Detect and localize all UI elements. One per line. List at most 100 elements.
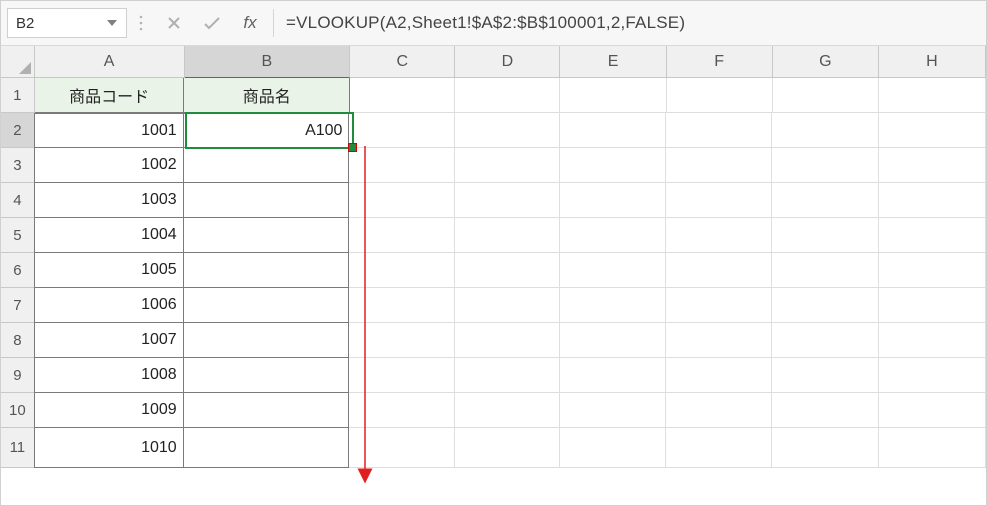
cell[interactable] <box>666 358 772 393</box>
cell[interactable] <box>184 288 350 323</box>
cell[interactable] <box>560 323 666 358</box>
chevron-down-icon[interactable] <box>103 1 121 45</box>
cell[interactable]: 1003 <box>34 183 184 218</box>
cell[interactable] <box>666 428 772 468</box>
cell[interactable] <box>349 288 454 323</box>
cell[interactable] <box>349 428 454 468</box>
column-header-D[interactable]: D <box>455 46 560 78</box>
cell[interactable] <box>560 358 666 393</box>
cell[interactable] <box>666 393 772 428</box>
column-header-A[interactable]: A <box>35 46 185 78</box>
row-header-4[interactable]: 4 <box>1 183 35 218</box>
cell[interactable] <box>560 253 666 288</box>
cell[interactable] <box>879 253 986 288</box>
cell[interactable] <box>772 113 878 148</box>
row-header-10[interactable]: 10 <box>1 393 35 428</box>
cell[interactable] <box>879 428 986 468</box>
cell[interactable] <box>560 113 666 148</box>
fill-handle[interactable] <box>348 143 357 152</box>
cell[interactable] <box>879 148 986 183</box>
row-header-5[interactable]: 5 <box>1 218 35 253</box>
cell[interactable] <box>184 183 350 218</box>
cell[interactable] <box>772 358 878 393</box>
column-header-G[interactable]: G <box>773 46 879 78</box>
cell[interactable] <box>455 183 560 218</box>
cell[interactable]: 1001 <box>34 113 184 148</box>
cell[interactable] <box>560 288 666 323</box>
column-header-H[interactable]: H <box>879 46 986 78</box>
cell[interactable] <box>666 288 772 323</box>
cell[interactable] <box>773 78 879 113</box>
row-header-1[interactable]: 1 <box>1 78 35 113</box>
cell[interactable] <box>772 218 878 253</box>
cell[interactable] <box>184 393 350 428</box>
cell[interactable] <box>666 113 772 148</box>
formula-input[interactable] <box>278 8 986 38</box>
cell[interactable]: 1010 <box>34 428 184 468</box>
row-header-8[interactable]: 8 <box>1 323 35 358</box>
cell[interactable] <box>349 253 454 288</box>
cell[interactable] <box>772 148 878 183</box>
row-header-11[interactable]: 11 <box>1 428 35 468</box>
cell[interactable] <box>666 218 772 253</box>
cell[interactable] <box>349 358 454 393</box>
column-header-E[interactable]: E <box>560 46 666 78</box>
cell[interactable]: 1006 <box>34 288 184 323</box>
cell[interactable] <box>560 78 666 113</box>
cell[interactable] <box>560 183 666 218</box>
cell[interactable] <box>455 78 560 113</box>
cell[interactable] <box>455 358 560 393</box>
cell[interactable] <box>667 78 773 113</box>
cell[interactable] <box>349 393 454 428</box>
cell[interactable] <box>772 253 878 288</box>
cell[interactable] <box>772 393 878 428</box>
row-header-2[interactable]: 2 <box>1 113 35 148</box>
row-header-6[interactable]: 6 <box>1 253 35 288</box>
cell[interactable] <box>879 218 986 253</box>
cell[interactable] <box>184 358 350 393</box>
cell[interactable] <box>879 323 986 358</box>
cell[interactable] <box>184 428 350 468</box>
cell[interactable] <box>455 113 560 148</box>
cell[interactable] <box>772 323 878 358</box>
cell[interactable] <box>184 253 350 288</box>
cell[interactable]: 1004 <box>34 218 184 253</box>
cell[interactable]: 1005 <box>34 253 184 288</box>
cell[interactable] <box>879 393 986 428</box>
cell[interactable] <box>349 218 454 253</box>
cell[interactable] <box>455 288 560 323</box>
cell[interactable] <box>879 78 986 113</box>
row-header-7[interactable]: 7 <box>1 288 35 323</box>
cell[interactable]: 商品コード <box>35 78 185 113</box>
cell[interactable] <box>666 323 772 358</box>
cell[interactable]: 商品名 <box>184 78 350 113</box>
cell[interactable] <box>455 218 560 253</box>
cell[interactable] <box>350 78 455 113</box>
cell[interactable] <box>455 148 560 183</box>
cell[interactable] <box>560 148 666 183</box>
cell[interactable] <box>879 183 986 218</box>
select-all-corner[interactable] <box>1 46 35 78</box>
cell[interactable]: 1008 <box>34 358 184 393</box>
cell[interactable] <box>560 428 666 468</box>
cell[interactable] <box>666 148 772 183</box>
column-header-F[interactable]: F <box>667 46 773 78</box>
enter-button[interactable] <box>193 1 231 45</box>
cell[interactable] <box>879 288 986 323</box>
column-header-B[interactable]: B <box>185 46 351 78</box>
cell[interactable]: 1007 <box>34 323 184 358</box>
cell[interactable] <box>349 113 454 148</box>
cell[interactable] <box>349 183 454 218</box>
cell[interactable] <box>560 218 666 253</box>
cell[interactable] <box>455 393 560 428</box>
column-header-C[interactable]: C <box>350 46 455 78</box>
cell[interactable] <box>455 253 560 288</box>
cell[interactable] <box>455 428 560 468</box>
cell[interactable] <box>879 113 986 148</box>
cell[interactable] <box>666 183 772 218</box>
cell[interactable] <box>184 323 350 358</box>
cell[interactable] <box>184 148 350 183</box>
row-header-9[interactable]: 9 <box>1 358 35 393</box>
cell[interactable] <box>455 323 560 358</box>
cell[interactable] <box>772 428 878 468</box>
